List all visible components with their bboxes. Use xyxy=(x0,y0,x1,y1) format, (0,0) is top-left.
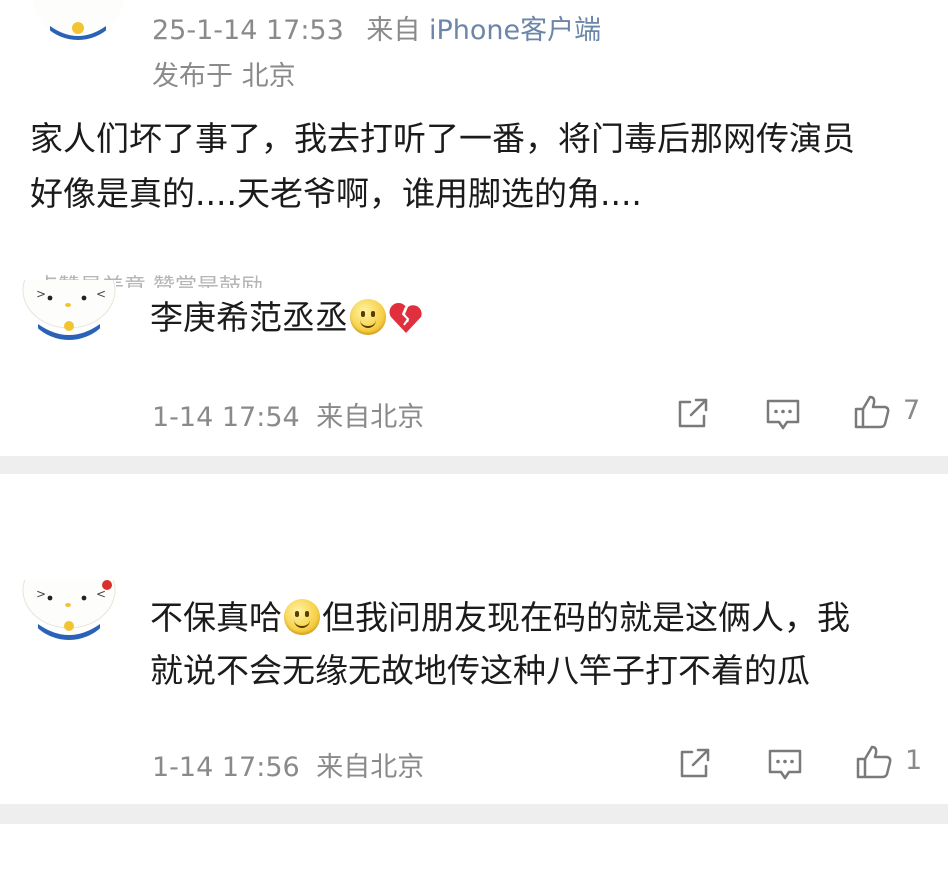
comment2-text-line-2: 就说不会无缘无故地传这种八竿子打不着的瓜 xyxy=(150,651,810,690)
comment2-text-part-b: 但我问朋友现在码的就是这俩人，我 xyxy=(322,598,850,637)
text-fade-overlay xyxy=(838,655,948,697)
comment1-text-content: 李庚希范丞丞 xyxy=(150,298,348,337)
comment1-like-count: 7 xyxy=(903,395,921,426)
comment1-text: 李庚希范丞丞 xyxy=(150,292,424,344)
share-icon[interactable] xyxy=(678,746,712,780)
post-location: 发布于 北京 xyxy=(152,61,296,92)
comment1-avatar[interactable]: > < xyxy=(22,280,116,340)
avatar-hello-kitty-icon: > < xyxy=(22,280,116,340)
post-client-link[interactable]: iPhone客户端 xyxy=(429,15,601,46)
svg-text:<: < xyxy=(96,287,106,301)
comment1-meta: 1-14 17:54 来自北京 xyxy=(152,395,424,434)
smile-emoji-icon xyxy=(350,299,386,335)
comment1-timestamp: 1-14 17:54 xyxy=(152,402,300,433)
comment2-text-line-1: 不保真哈 但我问朋友现在码的就是这俩人，我 xyxy=(150,592,850,644)
section-divider xyxy=(0,804,948,824)
broken-heart-icon xyxy=(389,302,422,333)
svg-text:>: > xyxy=(36,287,46,301)
like-thumb-icon[interactable] xyxy=(855,744,893,780)
comment2-text-part-a: 不保真哈 xyxy=(150,598,282,637)
comment2-like-count: 1 xyxy=(905,745,923,776)
smile-emoji-icon xyxy=(284,599,320,635)
comment2-avatar[interactable]: > < xyxy=(22,580,116,640)
post-text-line-2: 好像是真的....天老爷啊，谁用脚选的角.... xyxy=(30,174,642,213)
post-timestamp: 25-1-14 17:53 xyxy=(152,15,344,46)
avatar-hello-kitty-icon xyxy=(32,0,124,40)
post-author-avatar[interactable] xyxy=(32,0,124,40)
post-text-line-1: 家人们坏了事了，我去打听了一番，将门毒后那网传演员 xyxy=(30,119,855,158)
like-thumb-icon[interactable] xyxy=(853,394,891,430)
section-divider xyxy=(0,456,948,474)
comment2-timestamp: 1-14 17:56 xyxy=(152,752,300,783)
svg-text:>: > xyxy=(36,587,46,601)
comment2-meta: 1-14 17:56 来自北京 xyxy=(152,745,424,784)
avatar-hello-kitty-icon: > < xyxy=(22,580,116,640)
comment-icon[interactable] xyxy=(767,748,803,782)
comment1-source: 来自北京 xyxy=(316,402,425,433)
post-meta-line: 25-1-14 17:53 来自 iPhone客户端 xyxy=(152,8,601,47)
post-via-prefix: 来自 xyxy=(366,15,421,46)
comment-icon[interactable] xyxy=(765,398,801,432)
comment2-source: 来自北京 xyxy=(316,752,425,783)
share-icon[interactable] xyxy=(676,396,710,430)
